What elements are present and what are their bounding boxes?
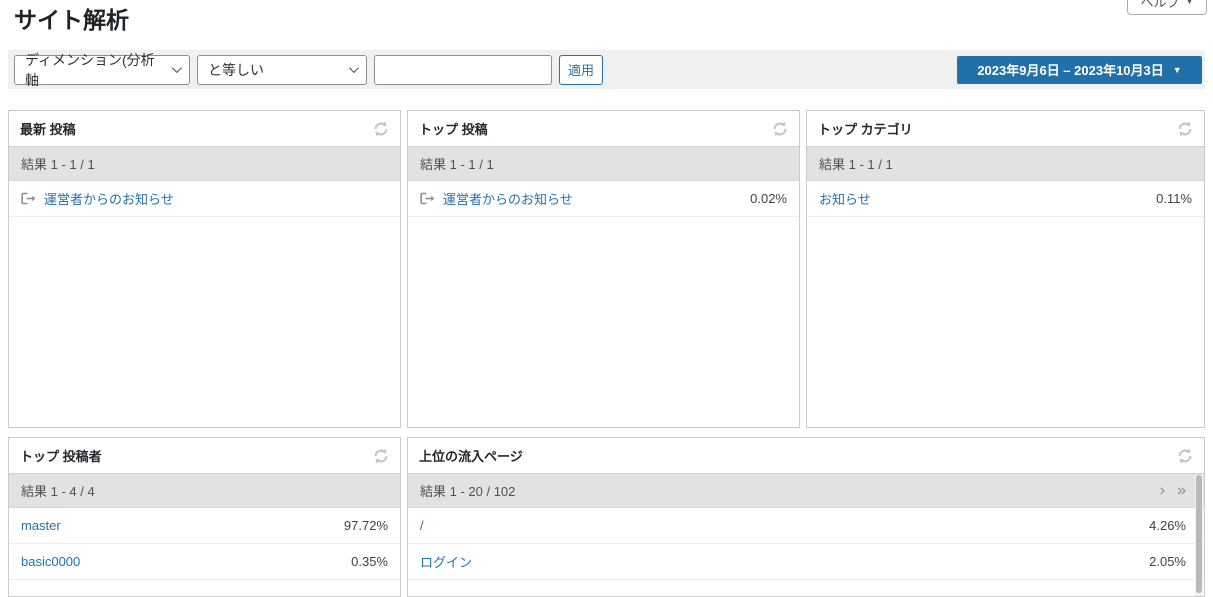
refresh-icon[interactable] <box>373 121 389 137</box>
results-bar: 結果 1 - 1 / 1 <box>408 147 799 181</box>
table-row: basic0000 0.35% <box>9 544 400 580</box>
page-title: サイト解析 <box>14 4 129 36</box>
table-row: ログイン 2.05% <box>408 544 1204 580</box>
refresh-icon[interactable] <box>373 448 389 464</box>
chevron-down-icon <box>349 63 359 73</box>
panel-top-posts: トップ 投稿 結果 1 - 1 / 1 運営者からのお知らせ 0.02% <box>407 110 800 428</box>
category-link[interactable]: お知らせ <box>819 189 871 208</box>
author-link[interactable]: basic0000 <box>21 554 80 569</box>
row-label: / <box>420 518 424 533</box>
panel-top-categories: トップ カテゴリ 結果 1 - 1 / 1 お知らせ 0.11% <box>806 110 1205 428</box>
panel-title: トップ 投稿者 <box>20 446 102 465</box>
refresh-icon[interactable] <box>1177 448 1193 464</box>
results-count: 結果 1 - 1 / 1 <box>21 154 95 173</box>
post-external-icon <box>420 192 435 205</box>
next-page-arrow[interactable]: › <box>1160 483 1165 499</box>
panel-title: 上位の流入ページ <box>419 446 523 465</box>
row-value: 97.72% <box>344 518 388 533</box>
chevron-down-icon: ▼ <box>1186 0 1194 6</box>
post-link[interactable]: 運営者からのお知らせ <box>443 189 573 208</box>
operator-select[interactable]: と等しい <box>197 55 367 85</box>
results-count: 結果 1 - 1 / 1 <box>420 154 494 173</box>
results-count: 結果 1 - 20 / 102 <box>420 481 515 500</box>
last-page-arrow[interactable]: » <box>1177 483 1186 499</box>
filter-bar: ディメンション(分析軸 と等しい 適用 2023年9月6日 – 2023年10月… <box>8 50 1205 89</box>
author-link[interactable]: master <box>21 518 61 533</box>
panel-header: トップ 投稿者 <box>9 438 400 474</box>
dimension-select-value: ディメンション(分析軸 <box>25 50 164 90</box>
panel-header: トップ 投稿 <box>408 111 799 147</box>
row-label: お知らせ <box>819 189 871 208</box>
refresh-icon[interactable] <box>772 121 788 137</box>
pagination: › » <box>1160 483 1186 499</box>
row-value: 4.26% <box>1149 518 1186 533</box>
scrollbar-thumb[interactable] <box>1196 475 1202 593</box>
panel-title: トップ カテゴリ <box>818 119 913 138</box>
row-value: 0.11% <box>1156 191 1192 206</box>
date-range-label: 2023年9月6日 – 2023年10月3日 <box>977 60 1163 79</box>
table-row: お知らせ 0.11% <box>807 181 1204 217</box>
help-button[interactable]: ヘルプ ▼ <box>1127 0 1207 15</box>
post-link[interactable]: 運営者からのお知らせ <box>44 189 174 208</box>
row-value: 2.05% <box>1149 554 1186 569</box>
help-button-label: ヘルプ <box>1141 0 1180 11</box>
panel-title: 最新 投稿 <box>20 119 76 138</box>
operator-select-value: と等しい <box>208 60 264 80</box>
row-value: 0.02% <box>750 191 787 206</box>
entry-page-link[interactable]: ログイン <box>420 552 472 571</box>
panel-header: トップ カテゴリ <box>807 111 1204 147</box>
filter-value-input[interactable] <box>374 55 552 85</box>
row-value: 0.35% <box>351 554 388 569</box>
table-row: / 4.26% <box>408 508 1204 544</box>
panel-top-entry-pages: 上位の流入ページ 結果 1 - 20 / 102 › » / 4.26% ログイ… <box>407 437 1205 597</box>
panel-title: トップ 投稿 <box>419 119 488 138</box>
table-row: 運営者からのお知らせ 0.02% <box>408 181 799 217</box>
results-bar: 結果 1 - 4 / 4 <box>9 474 400 508</box>
results-bar: 結果 1 - 20 / 102 › » <box>408 474 1204 508</box>
results-bar: 結果 1 - 1 / 1 <box>807 147 1204 181</box>
date-range-button[interactable]: 2023年9月6日 – 2023年10月3日 ▼ <box>957 56 1202 84</box>
panel-header: 上位の流入ページ <box>408 438 1204 474</box>
table-row: 運営者からのお知らせ <box>9 181 400 217</box>
results-bar: 結果 1 - 1 / 1 <box>9 147 400 181</box>
post-external-icon <box>21 192 36 205</box>
dimension-select[interactable]: ディメンション(分析軸 <box>14 55 190 85</box>
apply-button[interactable]: 適用 <box>559 55 603 85</box>
row-label: ログイン <box>420 552 472 571</box>
chevron-down-icon: ▼ <box>1173 65 1182 75</box>
row-label: 運営者からのお知らせ <box>21 189 174 208</box>
refresh-icon[interactable] <box>1177 121 1193 137</box>
results-count: 結果 1 - 1 / 1 <box>819 154 893 173</box>
vertical-scrollbar[interactable] <box>1195 475 1203 596</box>
row-label: 運営者からのお知らせ <box>420 189 573 208</box>
panel-top-authors: トップ 投稿者 結果 1 - 4 / 4 master 97.72% basic… <box>8 437 401 597</box>
panel-latest-posts: 最新 投稿 結果 1 - 1 / 1 運営者からのお知らせ <box>8 110 401 428</box>
entry-page-link[interactable]: / <box>420 518 424 533</box>
table-row: master 97.72% <box>9 508 400 544</box>
results-count: 結果 1 - 4 / 4 <box>21 481 95 500</box>
panel-header: 最新 投稿 <box>9 111 400 147</box>
chevron-down-icon <box>172 63 182 73</box>
row-label: master <box>21 518 61 533</box>
row-label: basic0000 <box>21 554 80 569</box>
